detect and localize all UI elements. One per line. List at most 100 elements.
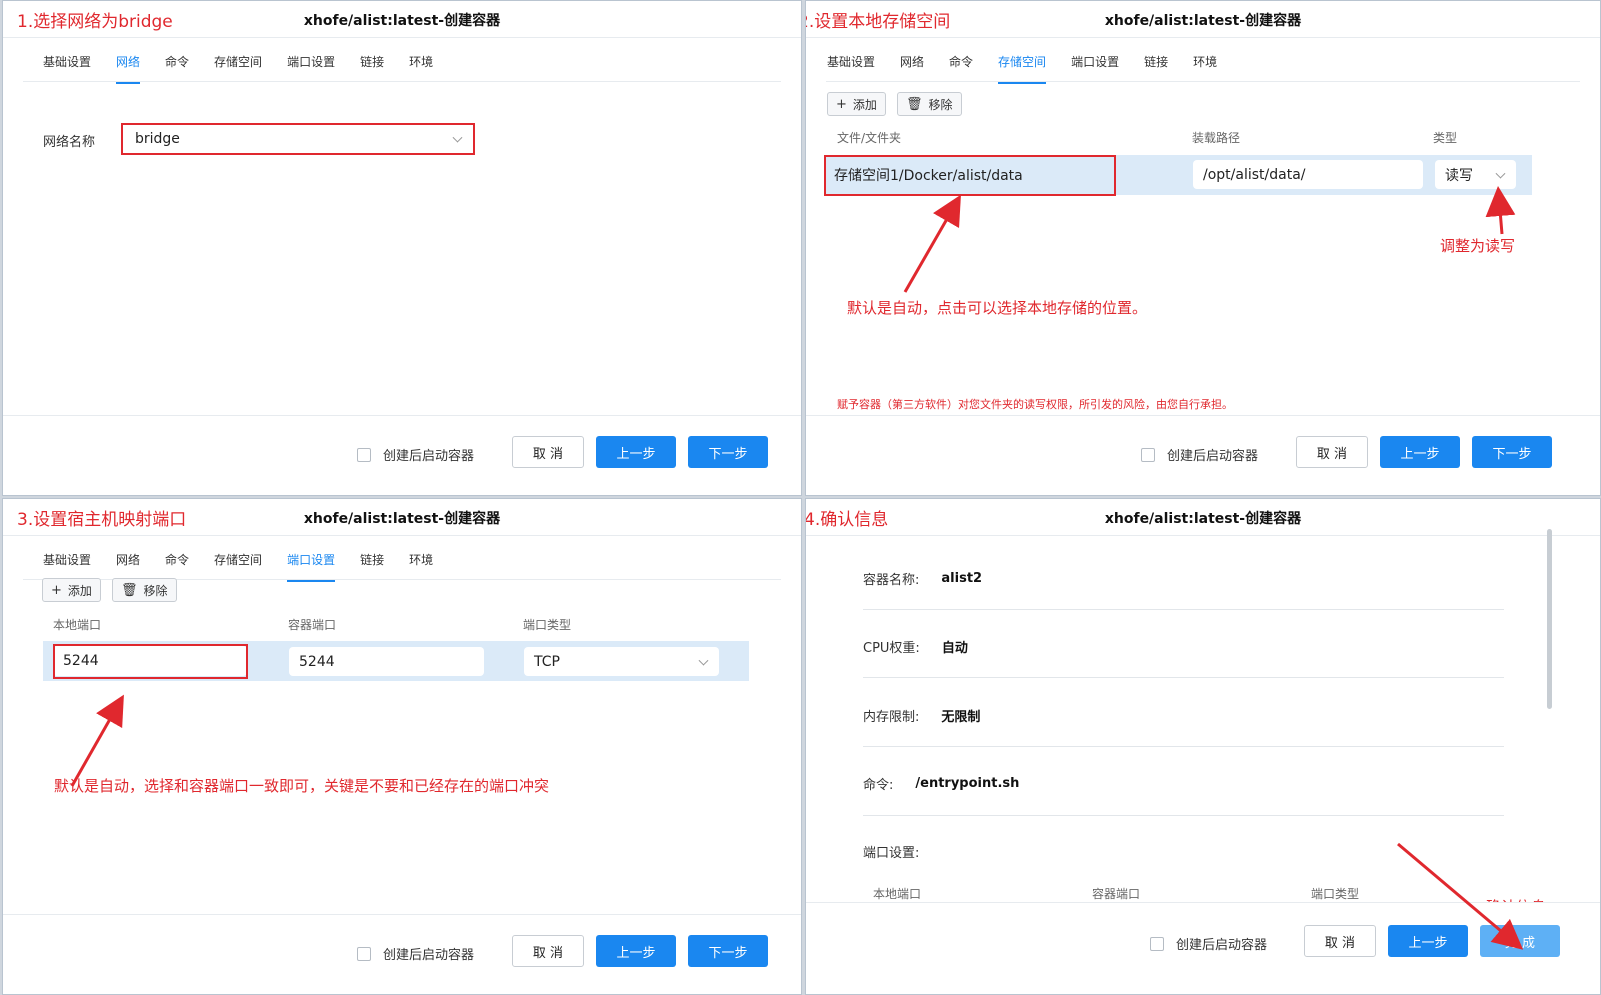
info-row-cpu: CPU权重: 自动 xyxy=(863,637,968,656)
prev-button[interactable]: 上一步 xyxy=(596,935,676,967)
header-divider xyxy=(806,37,1600,38)
tab-command[interactable]: 命令 xyxy=(949,53,973,84)
remove-port-button[interactable]: 🗑 移除 xyxy=(112,578,177,602)
tab-links[interactable]: 链接 xyxy=(1144,53,1168,84)
tab-env[interactable]: 环境 xyxy=(1193,53,1217,84)
col-mount-path: 装载路径 xyxy=(1192,131,1241,145)
memory-label: 内存限制: xyxy=(863,710,920,725)
autostart-option[interactable]: 创建后启动容器 xyxy=(357,944,474,963)
memory-value: 无限制 xyxy=(941,710,981,725)
cancel-button[interactable]: 取 消 xyxy=(512,436,584,468)
cancel-button[interactable]: 取 消 xyxy=(512,935,584,967)
prev-button[interactable]: 上一步 xyxy=(1388,925,1468,957)
container-port-input[interactable]: 5244 xyxy=(289,647,484,676)
autostart-label: 创建后启动容器 xyxy=(1176,938,1268,953)
highlight-box xyxy=(53,644,248,679)
add-port-button[interactable]: + 添加 xyxy=(42,578,101,602)
autostart-checkbox[interactable] xyxy=(357,447,371,462)
tab-command[interactable]: 命令 xyxy=(165,53,189,84)
prev-button[interactable]: 上一步 xyxy=(596,436,676,468)
panel-network: 1.选择网络为bridge xhofe/alist:latest-创建容器 基础… xyxy=(2,0,802,496)
chevron-down-icon xyxy=(698,655,709,666)
chevron-down-icon xyxy=(1495,168,1506,179)
tabs-divider xyxy=(23,81,781,82)
dialog-footer: 创建后启动容器 取 消 上一步 下一步 xyxy=(806,415,1600,495)
command-label: 命令: xyxy=(863,778,894,793)
remove-volume-button[interactable]: 🗑 移除 xyxy=(897,92,962,116)
tab-storage[interactable]: 存储空间 xyxy=(214,53,262,84)
container-name-value: alist2 xyxy=(941,571,983,586)
tab-env[interactable]: 环境 xyxy=(409,53,433,84)
info-row-command: 命令: /entrypoint.sh xyxy=(863,774,1019,793)
next-button[interactable]: 下一步 xyxy=(688,935,768,967)
port-settings-label: 端口设置: xyxy=(863,846,920,861)
window-title: xhofe/alist:latest-创建容器 xyxy=(303,13,501,29)
network-select-value: bridge xyxy=(135,131,180,147)
port-type-select[interactable]: TCP xyxy=(524,647,719,676)
autostart-option[interactable]: 创建后启动容器 xyxy=(357,445,474,464)
autostart-label: 创建后启动容器 xyxy=(1167,449,1259,464)
tab-storage[interactable]: 存储空间 xyxy=(214,551,262,582)
container-name-label: 容器名称: xyxy=(863,573,920,588)
prev-button[interactable]: 上一步 xyxy=(1380,436,1460,468)
plus-icon: + xyxy=(836,96,847,112)
panel-confirm: 4.确认信息 xhofe/alist:latest-创建容器 容器名称: ali… xyxy=(805,498,1601,995)
plus-icon: + xyxy=(51,582,62,598)
panel-storage: 2.设置本地存储空间 xhofe/alist:latest-创建容器 基础设置 … xyxy=(805,0,1601,496)
tab-basic[interactable]: 基础设置 xyxy=(43,53,91,84)
cpu-label: CPU权重: xyxy=(863,641,920,656)
mount-path-input[interactable]: /opt/alist/data/ xyxy=(1193,160,1423,189)
cancel-button[interactable]: 取 消 xyxy=(1304,925,1376,957)
tab-ports[interactable]: 端口设置 xyxy=(287,53,335,84)
tab-links[interactable]: 链接 xyxy=(360,551,384,582)
autostart-checkbox[interactable] xyxy=(357,946,371,961)
col-port-type: 端口类型 xyxy=(523,618,572,632)
next-button[interactable]: 下一步 xyxy=(688,436,768,468)
network-select[interactable]: bridge xyxy=(121,123,475,155)
next-button[interactable]: 下一步 xyxy=(1472,436,1552,468)
chevron-down-icon xyxy=(452,132,463,143)
window-title: xhofe/alist:latest-创建容器 xyxy=(1104,13,1302,29)
highlight-box xyxy=(824,155,1116,196)
tab-ports[interactable]: 端口设置 xyxy=(1071,53,1119,84)
divider xyxy=(863,609,1504,610)
divider xyxy=(863,815,1504,816)
dialog-footer: 创建后启动容器 取 消 上一步 下一步 xyxy=(3,415,801,495)
port-type-value: TCP xyxy=(534,653,560,670)
tab-ports[interactable]: 端口设置 xyxy=(287,551,336,582)
info-row-ports: 端口设置: xyxy=(863,842,919,861)
window-title: xhofe/alist:latest-创建容器 xyxy=(303,511,501,527)
cancel-button[interactable]: 取 消 xyxy=(1296,436,1368,468)
tab-network[interactable]: 网络 xyxy=(900,53,924,84)
tabs-divider xyxy=(826,81,1580,82)
container-port-value: 5244 xyxy=(299,653,335,670)
add-volume-button[interactable]: + 添加 xyxy=(827,92,886,116)
tab-links[interactable]: 链接 xyxy=(360,53,384,84)
dialog-footer: 创建后启动容器 取 消 上一步 下一步 xyxy=(3,914,801,994)
scrollbar[interactable] xyxy=(1547,529,1552,709)
tab-env[interactable]: 环境 xyxy=(409,551,433,582)
cpu-value: 自动 xyxy=(941,641,968,656)
divider xyxy=(863,677,1504,678)
volume-type-value: 读写 xyxy=(1445,167,1473,184)
header-divider xyxy=(806,535,1600,536)
header-divider xyxy=(3,37,801,38)
tab-storage[interactable]: 存储空间 xyxy=(998,53,1047,84)
col-local-port: 本地端口 xyxy=(873,887,922,901)
autostart-checkbox[interactable] xyxy=(1150,936,1164,951)
divider xyxy=(863,746,1504,747)
window-title: xhofe/alist:latest-创建容器 xyxy=(1104,511,1302,527)
volume-type-select[interactable]: 读写 xyxy=(1435,160,1516,189)
info-row-memory: 内存限制: 无限制 xyxy=(863,706,980,725)
autostart-checkbox[interactable] xyxy=(1141,447,1155,462)
tab-basic[interactable]: 基础设置 xyxy=(827,53,875,84)
add-label: 添加 xyxy=(852,97,877,112)
autostart-option[interactable]: 创建后启动容器 xyxy=(1150,934,1267,953)
finish-button[interactable]: 完 成 xyxy=(1480,925,1560,957)
tab-network[interactable]: 网络 xyxy=(116,53,141,84)
autostart-option[interactable]: 创建后启动容器 xyxy=(1141,445,1258,464)
trash-icon: 🗑 xyxy=(906,96,923,112)
annotation-type: 调整为读写 xyxy=(1440,237,1516,255)
col-container-port: 容器端口 xyxy=(1092,887,1141,901)
info-row-name: 容器名称: alist2 xyxy=(863,569,982,588)
